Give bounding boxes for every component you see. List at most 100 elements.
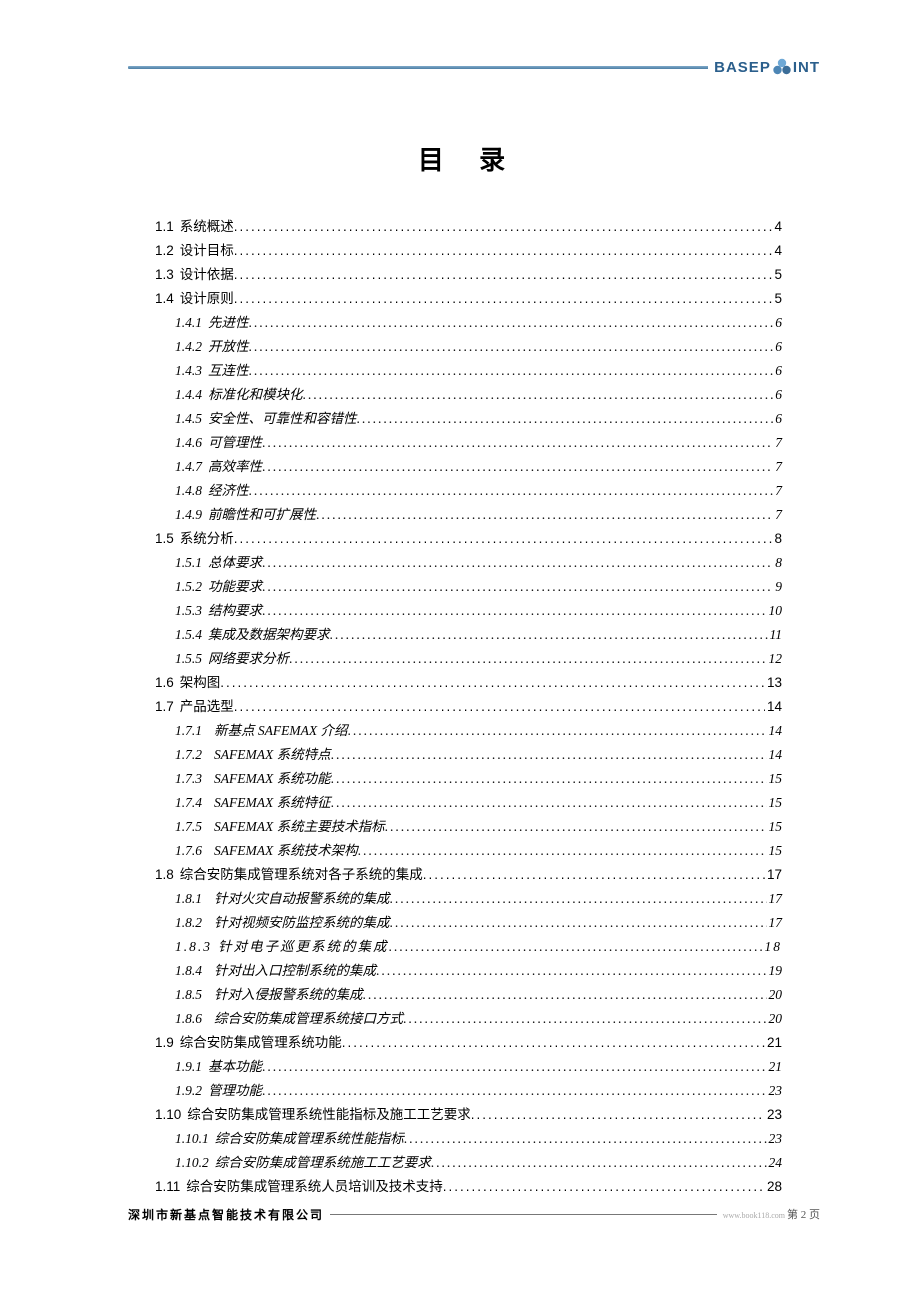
- toc-entry-title: 综合安防集成管理系统施工工艺要求: [215, 1151, 431, 1175]
- toc-entry: 1.8.4针对出入口控制系统的集成19: [155, 959, 782, 983]
- toc-entry: 1.1系统概述4: [155, 215, 782, 239]
- toc-entry-page: 15: [767, 815, 783, 839]
- toc-leader-dots: [376, 959, 767, 983]
- toc-leader-dots: [303, 383, 774, 407]
- toc-entry-number: 1.4.7: [175, 455, 202, 479]
- clover-icon: [772, 58, 792, 76]
- toc-leader-dots: [390, 911, 767, 935]
- toc-list: 1.1系统概述41.2设计目标41.3设计依据51.4设计原则51.4.1先进性…: [155, 215, 782, 1199]
- toc-entry-page: 23: [767, 1079, 783, 1103]
- toc-entry: 1.9.1基本功能21: [155, 1055, 782, 1079]
- toc-leader-dots: [262, 455, 773, 479]
- toc-entry-number: 1.7.2: [175, 743, 202, 767]
- toc-entry-number: 1.7.3: [175, 767, 202, 791]
- document-page: BASEP INT 目 录 1.1系统概述41.2设计目标41.3设计依据51.…: [0, 0, 920, 1302]
- toc-leader-dots: [249, 335, 774, 359]
- toc-entry: 1.6架构图13: [155, 671, 782, 695]
- toc-entry-page: 7: [773, 503, 782, 527]
- toc-entry-number: 1.2: [155, 239, 174, 263]
- toc-entry-page: 18: [763, 935, 783, 959]
- toc-entry-number: 1.5.2: [175, 575, 202, 599]
- toc-entry: 1.7.3SAFEMAX 系统功能15: [155, 767, 782, 791]
- toc-entry-page: 4: [772, 215, 782, 239]
- toc-entry-title: 综合安防集成管理系统对各子系统的集成: [180, 863, 423, 887]
- toc-entry-page: 6: [773, 359, 782, 383]
- toc-leader-dots: [249, 479, 774, 503]
- toc-entry-page: 8: [772, 527, 782, 551]
- toc-entry-page: 10: [767, 599, 783, 623]
- toc-entry-number: 1.8.3: [175, 935, 212, 959]
- toc-entry-number: 1.8.5: [175, 983, 202, 1007]
- toc-entry-number: 1.9.1: [175, 1055, 202, 1079]
- toc-entry: 1.8.3针对电子巡更系统的集成18: [155, 935, 782, 959]
- toc-entry-title: 设计依据: [180, 263, 234, 287]
- toc-leader-dots: [262, 575, 773, 599]
- toc-entry-page: 12: [767, 647, 783, 671]
- toc-entry-title: 产品选型: [180, 695, 234, 719]
- toc-entry-number: 1.8: [155, 863, 174, 887]
- toc-entry: 1.4.1先进性6: [155, 311, 782, 335]
- toc-entry-title: 综合安防集成管理系统性能指标及施工工艺要求: [187, 1103, 471, 1127]
- toc-leader-dots: [262, 1079, 767, 1103]
- toc-entry-title: SAFEMAX 系统特征: [214, 791, 331, 815]
- toc-entry-number: 1.4.3: [175, 359, 202, 383]
- toc-entry-page: 17: [767, 887, 783, 911]
- toc-leader-dots: [249, 311, 774, 335]
- footer-company: 深圳市新基点智能技术有限公司: [128, 1206, 330, 1223]
- toc-entry-number: 1.7.1: [175, 719, 202, 743]
- toc-entry-number: 1.5.5: [175, 647, 202, 671]
- toc-entry: 1.5.2功能要求9: [155, 575, 782, 599]
- toc-entry-number: 1.7.5: [175, 815, 202, 839]
- toc-leader-dots: [443, 1175, 765, 1199]
- toc-entry-page: 15: [767, 767, 783, 791]
- toc-entry: 1.5.3结构要求10: [155, 599, 782, 623]
- toc-entry-title: 标准化和模块化: [208, 383, 303, 407]
- toc-entry: 1.9.2管理功能 23: [155, 1079, 782, 1103]
- toc-entry: 1.10综合安防集成管理系统性能指标及施工工艺要求23: [155, 1103, 782, 1127]
- toc-entry: 1.8综合安防集成管理系统对各子系统的集成17: [155, 863, 782, 887]
- toc-entry-title: 综合安防集成管理系统功能: [180, 1031, 342, 1055]
- toc-entry-title: 总体要求: [208, 551, 262, 575]
- toc-leader-dots: [234, 239, 773, 263]
- toc-leader-dots: [234, 287, 773, 311]
- toc-entry-page: 15: [767, 839, 783, 863]
- toc-entry-title: 管理功能: [208, 1079, 262, 1103]
- toc-entry-title: 系统分析: [180, 527, 234, 551]
- toc-leader-dots: [358, 839, 767, 863]
- toc-entry-page: 7: [773, 479, 782, 503]
- toc-entry-page: 7: [773, 455, 782, 479]
- page-footer: 深圳市新基点智能技术有限公司 www.book118.com第 2 页: [128, 1206, 820, 1224]
- toc-entry: 1.7.1新基点 SAFEMAX 介绍14: [155, 719, 782, 743]
- toc-entry-title: 设计原则: [180, 287, 234, 311]
- footer-watermark-url: www.book118.com: [723, 1211, 785, 1220]
- toc-entry-page: 6: [773, 383, 782, 407]
- toc-entry-number: 1.3: [155, 263, 174, 287]
- toc-entry-page: 8: [773, 551, 782, 575]
- toc-entry-page: 23: [767, 1127, 783, 1151]
- toc-entry-title: 针对视频安防监控系统的集成: [214, 911, 390, 935]
- toc-entry-title: 针对火灾自动报警系统的集成: [214, 887, 390, 911]
- toc-entry-title: 结构要求: [208, 599, 262, 623]
- toc-entry: 1.2设计目标4: [155, 239, 782, 263]
- toc-entry-number: 1.9: [155, 1031, 174, 1055]
- toc-entry-page: 15: [767, 791, 783, 815]
- toc-entry-number: 1.10.1: [175, 1127, 209, 1151]
- toc-entry-number: 1.9.2: [175, 1079, 202, 1103]
- toc-leader-dots: [330, 623, 768, 647]
- toc-entry-title: 设计目标: [180, 239, 234, 263]
- toc-leader-dots: [262, 551, 773, 575]
- toc-leader-dots: [234, 527, 773, 551]
- toc-entry-title: 可管理性: [208, 431, 262, 455]
- toc-leader-dots: [220, 671, 765, 695]
- toc-entry: 1.5系统分析8: [155, 527, 782, 551]
- toc-entry-title: 网络要求分析: [208, 647, 289, 671]
- toc-entry-number: 1.11: [155, 1175, 180, 1199]
- toc-entry-title: 先进性: [208, 311, 249, 335]
- toc-entry-page: 28: [765, 1175, 782, 1199]
- toc-entry: 1.4.2开放性6: [155, 335, 782, 359]
- toc-entry: 1.10.1综合安防集成管理系统性能指标23: [155, 1127, 782, 1151]
- toc-entry-title: SAFEMAX 系统技术架构: [214, 839, 358, 863]
- toc-entry-number: 1.7.4: [175, 791, 202, 815]
- toc-leader-dots: [234, 695, 765, 719]
- toc-entry-page: 23: [765, 1103, 782, 1127]
